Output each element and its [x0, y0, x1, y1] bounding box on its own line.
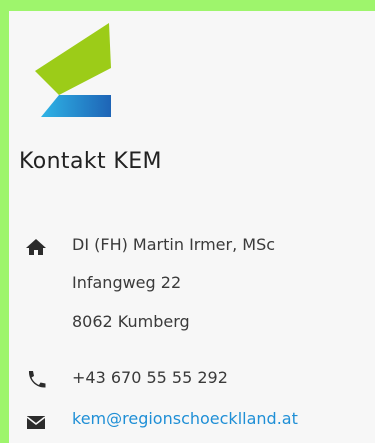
kem-logo: [35, 23, 111, 117]
contact-name: DI (FH) Martin Irmer, MSc: [72, 235, 276, 254]
section-title: Kontakt KEM: [19, 149, 162, 174]
phone-number[interactable]: +43 670 55 55 292: [72, 368, 228, 387]
postal-city: 8062 Kumberg: [72, 312, 190, 331]
contact-card: Kontakt KEM DI (FH) Martin Irmer, MSc In…: [9, 11, 375, 443]
envelope-icon: [26, 416, 46, 429]
phone-icon: [28, 371, 46, 388]
email-link[interactable]: kem@regionschoecklland.at: [72, 409, 298, 428]
street-address: Infangweg 22: [72, 273, 182, 292]
home-icon: [26, 239, 46, 255]
